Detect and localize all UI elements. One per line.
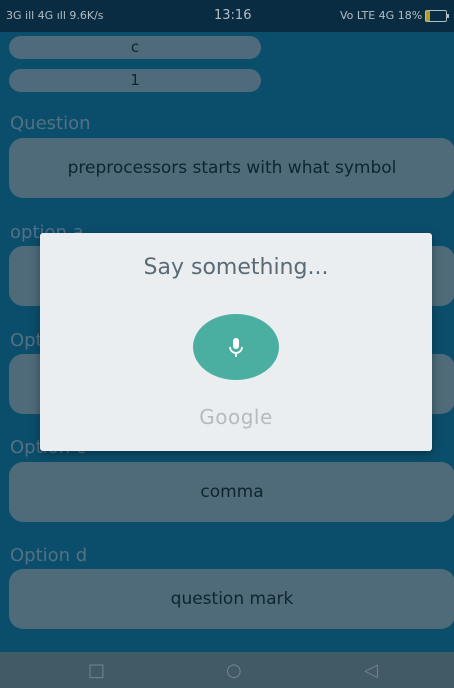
app-screen: 3G ill 4G ıll 9.6K/s 13:16 Vo LTE 4G 18%… <box>0 0 454 688</box>
mic-icon <box>229 338 243 357</box>
voice-input-dialog: Say something... Google <box>40 233 432 451</box>
google-logo: Google <box>199 405 273 429</box>
dialog-title: Say something... <box>143 255 329 280</box>
mic-button[interactable] <box>193 314 279 380</box>
